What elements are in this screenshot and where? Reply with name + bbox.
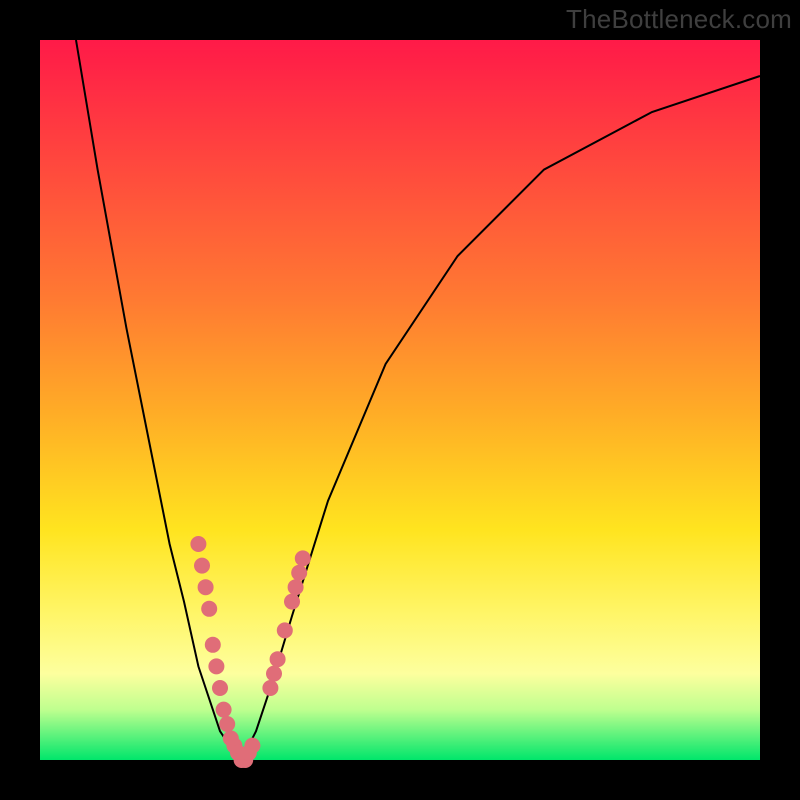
data-marker: [266, 666, 282, 682]
data-marker: [262, 680, 278, 696]
data-marker: [291, 565, 307, 581]
data-marker: [198, 579, 214, 595]
curve-group: [76, 40, 760, 760]
data-marker: [219, 716, 235, 732]
curve-left: [76, 40, 242, 760]
data-marker: [244, 738, 260, 754]
data-marker: [284, 594, 300, 610]
chart-overlay: [40, 40, 760, 760]
data-marker: [205, 637, 221, 653]
data-marker: [295, 550, 311, 566]
chart-frame: TheBottleneck.com: [0, 0, 800, 800]
data-marker: [208, 658, 224, 674]
watermark-text: TheBottleneck.com: [566, 4, 792, 35]
data-marker: [270, 651, 286, 667]
data-marker: [201, 601, 217, 617]
data-marker: [216, 702, 232, 718]
data-marker: [212, 680, 228, 696]
data-marker: [190, 536, 206, 552]
data-marker: [194, 558, 210, 574]
data-marker: [288, 579, 304, 595]
curve-right: [242, 76, 760, 760]
data-marker: [277, 622, 293, 638]
marker-group: [190, 536, 310, 768]
